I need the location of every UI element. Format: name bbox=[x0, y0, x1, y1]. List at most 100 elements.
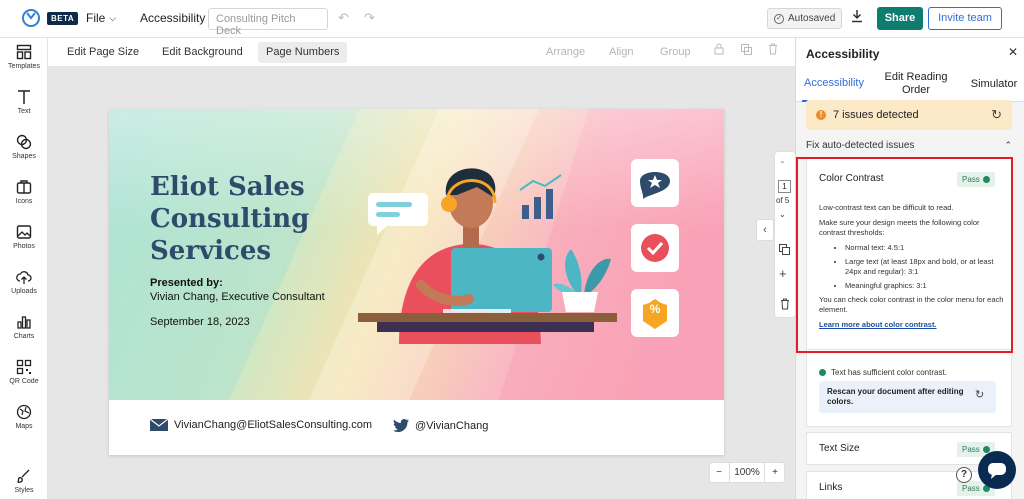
document-name-input[interactable]: Consulting Pitch Deck bbox=[208, 8, 328, 37]
sidebar-item-qr-code[interactable]: QR Code bbox=[0, 359, 48, 385]
page-number-input[interactable]: 1 bbox=[778, 180, 791, 193]
download-icon[interactable] bbox=[850, 9, 864, 26]
sidebar-item-label: QR Code bbox=[9, 378, 39, 385]
collapse-panel-icon[interactable]: ‹ bbox=[756, 219, 774, 241]
chevron-down-icon: ⌵ bbox=[109, 12, 117, 23]
uploads-icon bbox=[16, 271, 32, 284]
top-bar: BETA File ⌵ Accessibility Consulting Pit… bbox=[0, 0, 1024, 38]
chat-button[interactable] bbox=[978, 451, 1016, 489]
align-button[interactable]: Align bbox=[601, 42, 641, 63]
refresh-icon[interactable]: ↻ bbox=[975, 390, 984, 401]
sidebar-item-label: Maps bbox=[15, 423, 33, 430]
trash-icon[interactable] bbox=[760, 42, 786, 63]
autosaved-label: Autosaved bbox=[788, 13, 836, 24]
mail-icon bbox=[150, 419, 168, 431]
sidebar-item-label: Icons bbox=[15, 198, 33, 205]
page-numbers-button[interactable]: Page Numbers bbox=[258, 42, 348, 63]
chevron-down-icon[interactable]: ⌄ bbox=[779, 210, 786, 219]
zoom-control: − 100% + bbox=[709, 462, 785, 483]
footer-email[interactable]: VivianChang@EliotSalesConsulting.com bbox=[150, 419, 372, 431]
issues-count: 7 issues detected bbox=[833, 109, 919, 121]
sidebar-item-photos[interactable]: Photos bbox=[0, 224, 48, 250]
tab-simulator[interactable]: Simulator bbox=[966, 66, 1022, 102]
sidebar-item-templates[interactable]: Templates bbox=[0, 44, 48, 70]
sidebar-item-label: Charts bbox=[13, 333, 35, 340]
close-icon[interactable]: ✕ bbox=[1008, 45, 1018, 59]
chevron-up-icon: ⌃ bbox=[1004, 140, 1012, 150]
maps-icon bbox=[16, 404, 32, 420]
file-menu-label: File bbox=[86, 11, 106, 25]
slide-title[interactable]: Eliot Sales Consulting Services bbox=[150, 171, 309, 267]
templates-icon bbox=[16, 44, 32, 60]
redo-icon[interactable]: ↷ bbox=[364, 10, 375, 26]
icons-icon bbox=[16, 180, 32, 194]
presenter-name[interactable]: Vivian Chang, Executive Consultant bbox=[150, 291, 325, 303]
delete-page-icon[interactable] bbox=[780, 298, 790, 313]
charts-icon bbox=[17, 316, 31, 329]
tab-accessibility[interactable]: Accessibility bbox=[802, 66, 866, 102]
presentation-date[interactable]: September 18, 2023 bbox=[150, 316, 250, 328]
help-icon[interactable]: ? bbox=[956, 467, 972, 483]
beta-badge: BETA bbox=[47, 12, 79, 25]
sidebar-item-shapes[interactable]: Shapes bbox=[0, 134, 48, 160]
tab-edit-reading-order[interactable]: Edit Reading Order bbox=[878, 66, 954, 102]
file-menu[interactable]: File ⌵ bbox=[86, 11, 116, 25]
styles-icon bbox=[17, 469, 30, 483]
undo-icon[interactable]: ↶ bbox=[338, 10, 349, 26]
zoom-level[interactable]: 100% bbox=[729, 463, 765, 482]
text-icon bbox=[18, 90, 30, 104]
editor-toolbar: Edit Page Size Edit Background Page Numb… bbox=[48, 38, 795, 67]
add-page-icon[interactable]: + bbox=[779, 267, 787, 280]
rescan-notice[interactable]: Rescan your document after editing color… bbox=[819, 381, 996, 413]
panel-tabs: Accessibility Edit Reading Order Simulat… bbox=[796, 66, 1024, 102]
presented-by-label[interactable]: Presented by: bbox=[150, 277, 223, 289]
zoom-out-button[interactable]: − bbox=[710, 467, 728, 478]
app-logo-icon[interactable] bbox=[21, 8, 41, 28]
shapes-icon bbox=[16, 134, 32, 150]
twitter-handle: @VivianChang bbox=[415, 419, 489, 432]
sidebar-item-label: Templates bbox=[8, 63, 40, 70]
refresh-icon[interactable]: ↻ bbox=[991, 107, 1002, 123]
zoom-in-button[interactable]: + bbox=[766, 467, 784, 478]
sidebar-item-label: Styles bbox=[14, 487, 34, 494]
color-contrast-status-card: Text has sufficient color contrast. Resc… bbox=[806, 350, 1012, 427]
sidebar-item-icons[interactable]: Icons bbox=[0, 179, 48, 205]
sidebar-item-maps[interactable]: Maps bbox=[0, 404, 48, 430]
sidebar-item-styles[interactable]: Styles bbox=[0, 468, 48, 494]
footer-twitter[interactable]: @VivianChang bbox=[393, 419, 488, 432]
chevron-up-icon[interactable]: ⌃ bbox=[779, 160, 786, 169]
autosaved-status: ✓ Autosaved bbox=[767, 8, 843, 29]
check-circle-icon bbox=[819, 365, 826, 380]
duplicate-page-icon[interactable] bbox=[779, 244, 790, 258]
check-circle-icon: ✓ bbox=[774, 13, 784, 24]
photos-icon bbox=[16, 225, 32, 239]
percent-badge-label: % bbox=[649, 302, 661, 316]
warning-icon: ! bbox=[816, 110, 826, 120]
sidebar-item-label: Shapes bbox=[12, 153, 36, 160]
arrange-button[interactable]: Arrange bbox=[538, 42, 593, 63]
fix-issues-header[interactable]: Fix auto-detected issues ⌃ bbox=[806, 140, 1012, 151]
lock-icon[interactable] bbox=[706, 42, 732, 63]
qr-code-icon bbox=[16, 359, 32, 375]
fix-issues-label: Fix auto-detected issues bbox=[806, 140, 915, 151]
slide-canvas[interactable]: Eliot Sales Consulting Services Presente… bbox=[109, 109, 724, 455]
links-title: Links bbox=[819, 482, 843, 493]
edit-background-button[interactable]: Edit Background bbox=[154, 42, 251, 63]
contrast-status: Text has sufficient color contrast. bbox=[819, 365, 947, 380]
highlight-outline bbox=[796, 157, 1013, 353]
panel-title: Accessibility bbox=[806, 47, 880, 61]
duplicate-icon[interactable] bbox=[733, 42, 760, 63]
slide-title-line: Eliot Sales bbox=[150, 172, 305, 202]
group-button[interactable]: Group bbox=[652, 42, 699, 63]
sidebar-item-text[interactable]: Text bbox=[0, 89, 48, 115]
page-count: of 5 bbox=[776, 196, 790, 205]
issues-banner: ! 7 issues detected ↻ bbox=[806, 100, 1012, 130]
invite-team-button[interactable]: Invite team bbox=[928, 7, 1002, 30]
share-button[interactable]: Share bbox=[877, 7, 923, 30]
sidebar-item-charts[interactable]: Charts bbox=[0, 314, 48, 340]
edit-page-size-button[interactable]: Edit Page Size bbox=[59, 42, 147, 63]
chat-icon bbox=[988, 463, 1006, 479]
page-title: Accessibility bbox=[140, 11, 206, 25]
sidebar-item-label: Uploads bbox=[11, 288, 37, 295]
sidebar-item-uploads[interactable]: Uploads bbox=[0, 269, 48, 295]
